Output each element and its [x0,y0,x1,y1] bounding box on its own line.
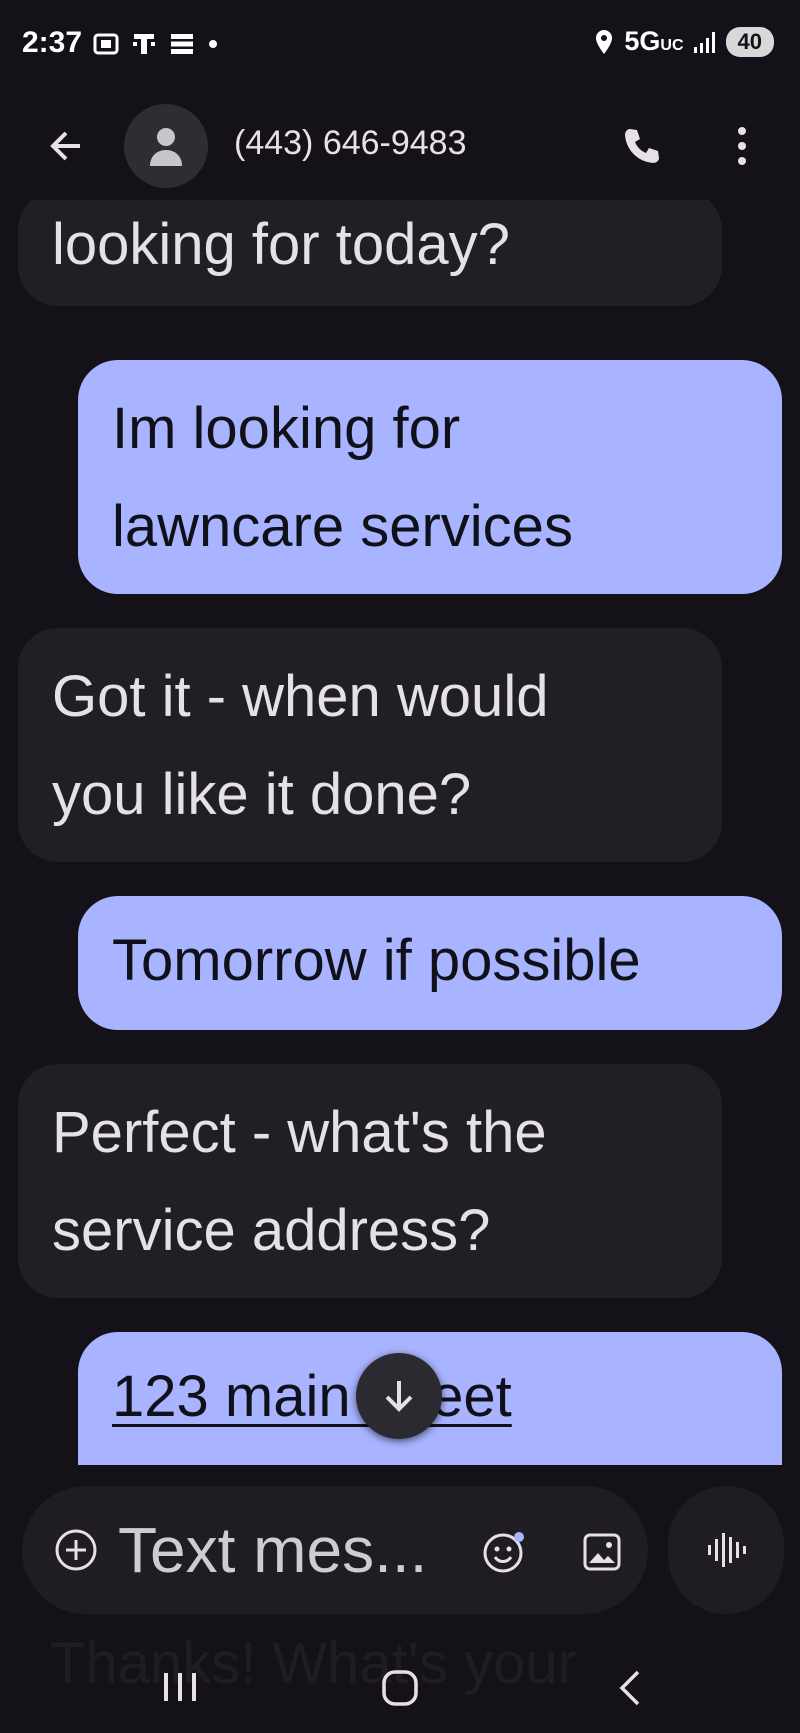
back-arrow-icon [50,131,80,161]
more-vert-icon [738,127,746,165]
message-bubble[interactable]: Tomorrow if possible [78,896,782,1030]
voice-message-button[interactable] [668,1486,784,1614]
voice-waveform-icon [708,1533,746,1567]
emoji-icon [483,1532,524,1573]
add-circle-icon [55,1529,97,1571]
message-text-line: Got it - when would [52,664,549,729]
home-icon [382,1670,418,1706]
home-button[interactable] [370,1658,430,1718]
recent-apps-icon [164,1673,196,1701]
message-text-line: service address? [52,1198,491,1263]
call-button[interactable] [612,116,672,176]
recent-apps-button[interactable] [150,1662,210,1712]
contact-avatar[interactable] [124,104,208,188]
network-label: 5GUC [624,26,684,56]
screenshot-icon [93,33,119,55]
system-nav-bar [0,1636,800,1733]
message-text-line: lawncare services [112,494,573,559]
scroll-to-bottom-button[interactable] [356,1353,442,1439]
message-composer [22,1486,648,1614]
chevron-left-icon [619,1670,640,1706]
battery-indicator: 40 [725,26,774,57]
message-text-line: you like it done? [52,762,472,827]
signal-icon [693,31,715,53]
person-icon [150,128,182,166]
add-attachment-button[interactable] [46,1520,106,1580]
contact-title[interactable]: (443) 646-9483 [234,124,467,163]
message-bubble[interactable]: Im looking for lawncare services [78,360,782,594]
emoji-button[interactable] [474,1522,534,1582]
more-options-button[interactable] [712,116,772,176]
message-input[interactable] [118,1508,458,1592]
arrow-down-icon [385,1381,413,1412]
gallery-button[interactable] [572,1522,632,1582]
status-right: 5GUC 40 [592,26,774,57]
app-bar: (443) 646-9483 [0,92,800,200]
back-button[interactable] [36,116,96,176]
dot-icon [209,40,217,48]
status-bar: 2:37 5GUC 40 [0,0,800,92]
message-bubble[interactable]: looking for today? [18,200,722,306]
tmobile-icon [133,34,155,54]
system-back-button[interactable] [600,1658,660,1718]
address-link[interactable]: 123 main street [112,1364,512,1429]
message-text-line: Im looking for [112,396,461,461]
message-bubble[interactable]: Perfect - what's the service address? [18,1064,722,1298]
app-notification-icon [171,34,193,54]
notification-icons [92,30,220,58]
phone-icon [625,129,659,163]
message-text: Tomorrow if possible [112,928,641,993]
message-text-line: Perfect - what's the [52,1100,547,1165]
location-icon [596,29,613,54]
message-bubble[interactable]: Got it - when would you like it done? [18,628,722,862]
status-time: 2:37 [22,26,83,59]
message-text: looking for today? [52,212,510,277]
image-icon [583,1533,621,1571]
conversation[interactable]: looking for today? Im looking for lawnca… [0,200,800,1465]
